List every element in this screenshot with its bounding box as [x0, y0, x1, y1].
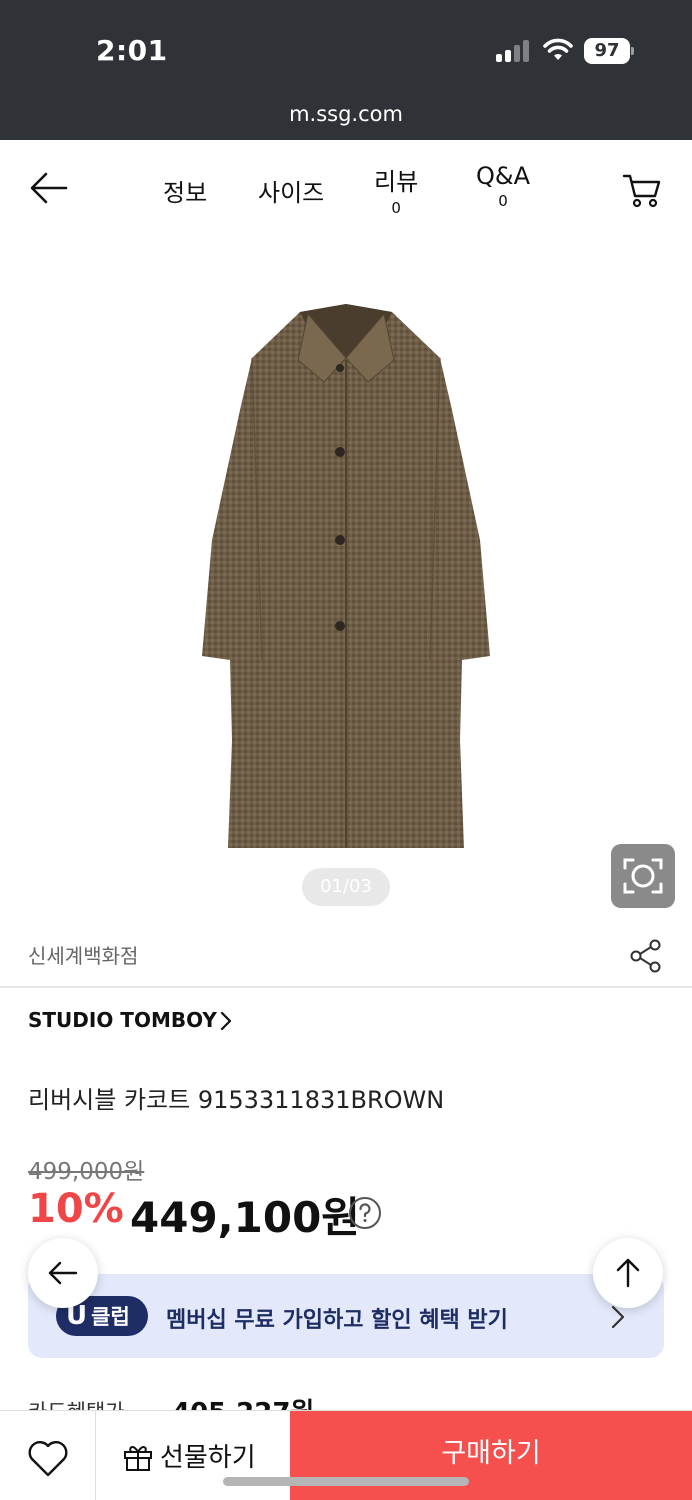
status-bar: 2:01 97 m.ssg.com	[0, 0, 692, 140]
sale-price: 449,100원	[130, 1193, 360, 1242]
arrow-left-icon	[48, 1261, 78, 1285]
image-search-icon[interactable]	[611, 844, 675, 908]
home-indicator[interactable]	[223, 1477, 469, 1486]
battery-icon: 97	[584, 38, 634, 64]
chevron-right-icon[interactable]	[218, 1010, 234, 1032]
buy-button[interactable]: 구매하기	[290, 1411, 692, 1500]
gift-label: 선물하기	[160, 1443, 256, 1473]
seller-name[interactable]: 신세계백화점	[28, 940, 138, 969]
product-image[interactable]	[190, 300, 502, 860]
signal-icon	[496, 40, 532, 62]
discount-rate: 10%	[28, 1186, 124, 1232]
tab-label: 정보	[163, 179, 208, 207]
heart-icon	[28, 1441, 68, 1477]
share-icon[interactable]	[628, 938, 664, 974]
product-nav-header: 정보 사이즈 리뷰 0 Q&A 0	[0, 140, 692, 234]
uclub-badge-text: 클럽	[91, 1305, 130, 1329]
tab-count: 0	[391, 199, 401, 217]
gift-icon	[124, 1446, 152, 1471]
tab-size[interactable]: 사이즈	[258, 173, 324, 208]
tab-count: 0	[498, 192, 508, 210]
tab-info[interactable]: 정보	[163, 173, 207, 208]
bottom-action-bar: 선물하기 구매하기	[0, 1410, 692, 1500]
tab-label: 사이즈	[258, 179, 325, 207]
product-title: 리버시블 카코트 9153311831BROWN	[28, 1086, 445, 1114]
status-time: 2:01	[96, 34, 168, 67]
uclub-text: 멤버십 무료 가입하고 할인 혜택 받기	[166, 1308, 508, 1333]
gift-button[interactable]: 선물하기	[96, 1411, 290, 1500]
divider	[0, 986, 692, 988]
tab-qa[interactable]: Q&A 0	[476, 162, 530, 210]
battery-level: 97	[584, 38, 630, 64]
arrow-left-icon[interactable]	[28, 170, 70, 206]
wifi-icon	[543, 38, 573, 60]
back-float-button[interactable]	[28, 1238, 98, 1308]
arrow-up-icon	[616, 1258, 640, 1288]
brand-link[interactable]: STUDIO TOMBOY	[28, 1008, 217, 1032]
url-bar[interactable]: m.ssg.com	[0, 102, 692, 126]
original-price: 499,000원	[28, 1159, 145, 1185]
tab-label: 리뷰	[374, 168, 419, 196]
scroll-top-button[interactable]	[593, 1238, 663, 1308]
uclub-banner[interactable]: U 클럽 멤버십 무료 가입하고 할인 혜택 받기	[28, 1274, 664, 1358]
cart-icon[interactable]	[622, 170, 662, 210]
like-button[interactable]	[0, 1411, 96, 1500]
image-page-indicator: 01/03	[302, 868, 390, 906]
tab-label: Q&A	[476, 162, 531, 190]
tab-review[interactable]: 리뷰 0	[374, 162, 418, 217]
question-icon[interactable]	[348, 1196, 382, 1230]
